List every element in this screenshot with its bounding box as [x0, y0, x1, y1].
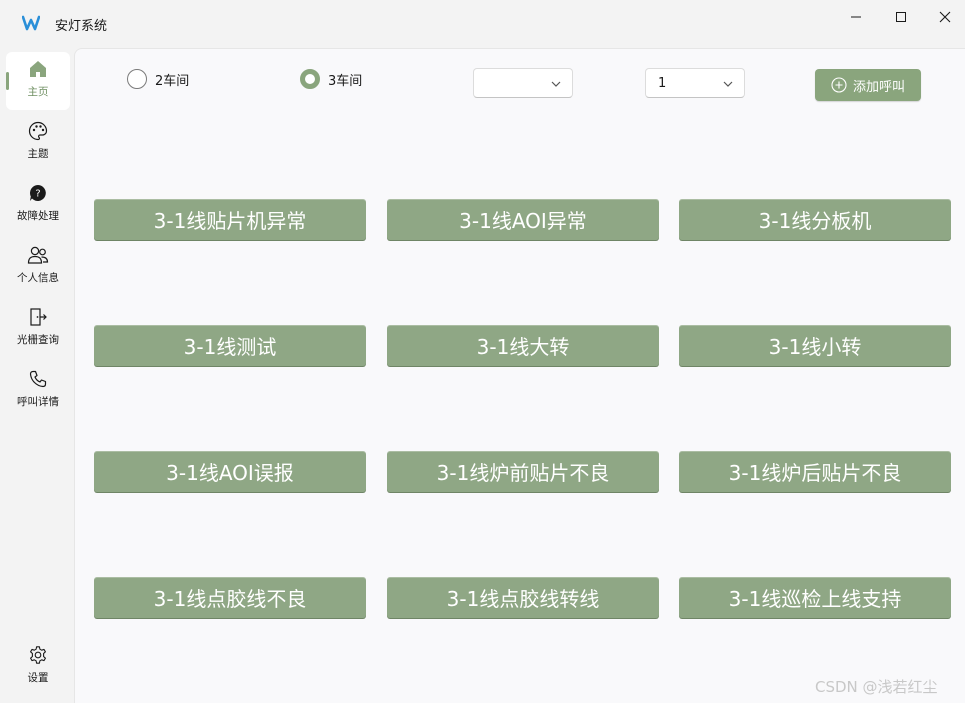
sidebar-item-settings[interactable]: 设置 [6, 638, 70, 696]
watermark: CSDN @浅若红尘 [815, 678, 938, 696]
chevron-down-icon [551, 81, 561, 87]
sidebar-item-label: 个人信息 [17, 272, 59, 284]
palette-icon [27, 120, 49, 142]
add-call-button[interactable]: 添加呼叫 [815, 69, 921, 101]
sidebar-item-label: 主页 [27, 86, 49, 98]
call-button[interactable]: 3-1线AOI异常 [387, 199, 659, 240]
app-logo-icon [22, 15, 40, 31]
maximize-button[interactable] [878, 0, 924, 34]
minimize-icon [851, 16, 861, 18]
window-title: 安灯系统 [55, 19, 108, 34]
line-select-combobox[interactable] [473, 68, 573, 98]
sidebar-item-personal-info[interactable]: 个人信息 [6, 238, 70, 296]
phone-icon [27, 368, 49, 390]
call-button[interactable]: 3-1线巡检上线支持 [679, 577, 951, 618]
main-panel: 2车间 3车间 1 添加呼叫 3-1线贴片机异常 3-1线AOI异常 3-1线分… [74, 48, 965, 703]
radio-label: 2车间 [155, 73, 190, 89]
sidebar-item-label: 呼叫详情 [17, 396, 59, 408]
sidebar-item-label: 主题 [27, 148, 49, 160]
sidebar-item-grating-query[interactable]: 光栅查询 [6, 300, 70, 358]
sidebar-item-home[interactable]: 主页 [6, 52, 70, 110]
call-button[interactable]: 3-1线炉前贴片不良 [387, 451, 659, 492]
radio-button-checked[interactable] [300, 69, 320, 89]
close-icon [939, 11, 951, 23]
sidebar-item-call-details[interactable]: 呼叫详情 [6, 362, 70, 420]
call-button[interactable]: 3-1线炉后贴片不良 [679, 451, 951, 492]
add-circle-icon [831, 77, 847, 93]
call-button[interactable]: 3-1线贴片机异常 [94, 199, 366, 240]
call-button[interactable]: 3-1线分板机 [679, 199, 951, 240]
home-icon [27, 58, 49, 80]
sidebar-item-fault-handling[interactable]: ? 故障处理 [6, 176, 70, 234]
sidebar-item-theme[interactable]: 主题 [6, 114, 70, 172]
maximize-icon [896, 12, 906, 22]
call-button[interactable]: 3-1线点胶线不良 [94, 577, 366, 618]
combobox-value: 1 [658, 75, 667, 91]
call-button[interactable]: 3-1线小转 [679, 325, 951, 366]
sidebar-item-label: 故障处理 [17, 210, 59, 222]
radio-workshop-2[interactable]: 2车间 [127, 69, 189, 89]
door-exit-icon [27, 306, 49, 328]
close-button[interactable] [922, 0, 965, 34]
minimize-button[interactable] [833, 0, 879, 34]
sidebar-item-label: 设置 [27, 672, 49, 684]
call-button[interactable]: 3-1线测试 [94, 325, 366, 366]
chevron-down-icon [723, 81, 733, 87]
call-button[interactable]: 3-1线点胶线转线 [387, 577, 659, 618]
radio-workshop-3[interactable]: 3车间 [300, 69, 362, 89]
sidebar: 主页 主题 ? 故障处理 个人信息 光栅查询 呼叫详情 设置 [0, 48, 74, 703]
add-call-label: 添加呼叫 [852, 79, 905, 95]
radio-button-unchecked[interactable] [127, 69, 147, 89]
title-bar: 安灯系统 [0, 0, 965, 48]
sidebar-item-label: 光栅查询 [17, 334, 59, 346]
radio-label: 3车间 [328, 73, 363, 89]
gear-icon [27, 644, 49, 666]
active-indicator [6, 72, 9, 90]
people-icon [27, 244, 49, 266]
call-button[interactable]: 3-1线大转 [387, 325, 659, 366]
help-chat-icon: ? [27, 182, 49, 204]
number-select-combobox[interactable]: 1 [645, 68, 745, 98]
svg-text:?: ? [35, 189, 40, 200]
call-button[interactable]: 3-1线AOI误报 [94, 451, 366, 492]
